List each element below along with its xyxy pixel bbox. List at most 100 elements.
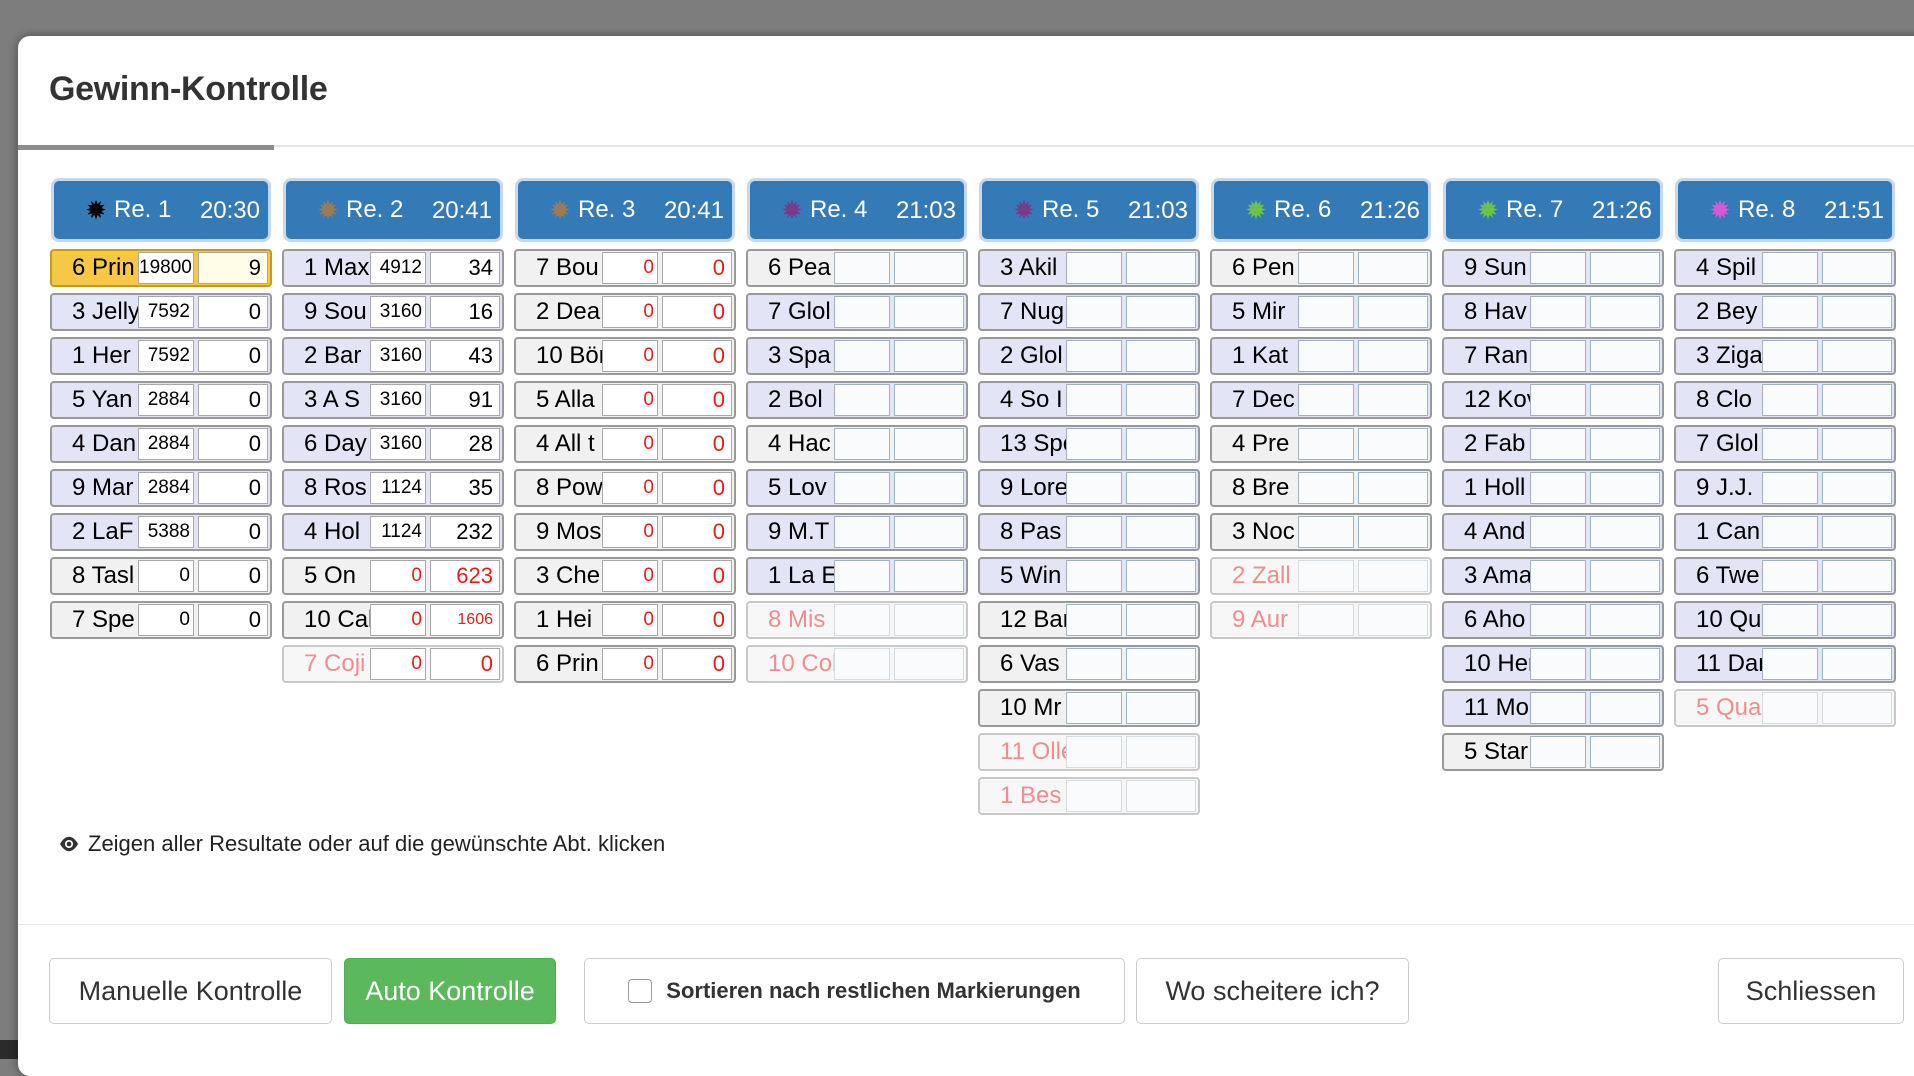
runner-count-field[interactable] — [1822, 560, 1892, 592]
runner-count-field[interactable] — [1590, 604, 1660, 636]
runner-row[interactable]: 10 Mr I — [978, 689, 1200, 727]
runner-count-field[interactable]: 0 — [198, 604, 268, 636]
runner-row[interactable]: 3 Ama — [1442, 557, 1664, 595]
runner-count-field[interactable] — [1822, 384, 1892, 416]
runner-row[interactable]: 3 Jelly 7592 0 — [50, 293, 272, 331]
runner-count-field[interactable]: 28 — [430, 428, 500, 460]
runner-stake-field[interactable] — [1066, 604, 1122, 636]
runner-stake-field[interactable] — [1762, 428, 1818, 460]
runner-stake-field[interactable] — [1530, 428, 1586, 460]
runner-row[interactable]: 10 Qui — [1674, 601, 1896, 639]
runner-row[interactable]: 1 Hei 0 0 — [514, 601, 736, 639]
runner-stake-field[interactable] — [834, 340, 890, 372]
runner-row[interactable]: 6 Aho — [1442, 601, 1664, 639]
runner-stake-field[interactable] — [1762, 384, 1818, 416]
runner-stake-field[interactable] — [1066, 780, 1122, 812]
runner-stake-field[interactable]: 1124 — [370, 472, 426, 504]
runner-count-field[interactable] — [1590, 340, 1660, 372]
runner-count-field[interactable] — [1822, 340, 1892, 372]
runner-count-field[interactable] — [1358, 384, 1428, 416]
runner-count-field[interactable] — [1590, 384, 1660, 416]
runner-stake-field[interactable]: 0 — [370, 648, 426, 680]
runner-row[interactable]: 7 Nug — [978, 293, 1200, 331]
runner-row[interactable]: 8 Pow 0 0 — [514, 469, 736, 507]
runner-stake-field[interactable]: 0 — [602, 604, 658, 636]
runner-count-field[interactable]: 0 — [198, 516, 268, 548]
runner-stake-field[interactable] — [834, 560, 890, 592]
runner-row[interactable]: 11 Dan — [1674, 645, 1896, 683]
race-header[interactable]: ✹ Re. 8 21:51 — [1678, 181, 1892, 239]
runner-row[interactable]: 2 Dea 0 0 — [514, 293, 736, 331]
runner-stake-field[interactable]: 0 — [602, 252, 658, 284]
runner-count-field[interactable] — [1590, 428, 1660, 460]
runner-row[interactable]: 9 Sun — [1442, 249, 1664, 287]
runner-row[interactable]: 9 J.J. — [1674, 469, 1896, 507]
runner-stake-field[interactable] — [1298, 604, 1354, 636]
runner-row[interactable]: 1 Can — [1674, 513, 1896, 551]
runner-count-field[interactable] — [1590, 736, 1660, 768]
runner-row[interactable]: 5 Yan 2884 0 — [50, 381, 272, 419]
runner-row[interactable]: 9 Mos 0 0 — [514, 513, 736, 551]
runner-count-field[interactable] — [894, 604, 964, 636]
runner-count-field[interactable]: 623 — [430, 560, 500, 592]
runner-stake-field[interactable] — [1066, 736, 1122, 768]
runner-row[interactable]: 1 Her 7592 0 — [50, 337, 272, 375]
runner-count-field[interactable]: 0 — [662, 560, 732, 592]
runner-stake-field[interactable] — [1066, 516, 1122, 548]
runner-row[interactable]: 11 Moi — [1442, 689, 1664, 727]
runner-count-field[interactable] — [1822, 252, 1892, 284]
runner-stake-field[interactable]: 0 — [602, 516, 658, 548]
runner-stake-field[interactable] — [1530, 384, 1586, 416]
runner-count-field[interactable] — [1358, 252, 1428, 284]
runner-row[interactable]: 6 Pea — [746, 249, 968, 287]
runner-count-field[interactable] — [1590, 516, 1660, 548]
runner-count-field[interactable]: 16 — [430, 296, 500, 328]
runner-count-field[interactable] — [1126, 560, 1196, 592]
runner-row[interactable]: 5 Lov — [746, 469, 968, 507]
runner-stake-field[interactable]: 0 — [370, 604, 426, 636]
runner-stake-field[interactable]: 2884 — [138, 384, 194, 416]
runner-stake-field[interactable] — [834, 428, 890, 460]
runner-count-field[interactable] — [1590, 472, 1660, 504]
runner-stake-field[interactable] — [1530, 604, 1586, 636]
runner-stake-field[interactable] — [1530, 560, 1586, 592]
runner-count-field[interactable] — [1358, 472, 1428, 504]
runner-stake-field[interactable] — [1530, 736, 1586, 768]
runner-count-field[interactable]: 0 — [662, 648, 732, 680]
runner-count-field[interactable]: 9 — [198, 252, 268, 284]
runner-count-field[interactable] — [1590, 560, 1660, 592]
runner-count-field[interactable] — [1822, 428, 1892, 460]
runner-count-field[interactable] — [1126, 780, 1196, 812]
runner-count-field[interactable] — [1358, 296, 1428, 328]
runner-stake-field[interactable]: 0 — [602, 472, 658, 504]
race-header[interactable]: ✹ Re. 4 21:03 — [750, 181, 964, 239]
runner-count-field[interactable] — [894, 648, 964, 680]
runner-row[interactable]: 8 Ros 1124 35 — [282, 469, 504, 507]
runner-stake-field[interactable] — [1530, 340, 1586, 372]
runner-row[interactable]: 4 So I — [978, 381, 1200, 419]
runner-count-field[interactable] — [1126, 252, 1196, 284]
runner-count-field[interactable] — [894, 340, 964, 372]
runner-stake-field[interactable] — [1762, 692, 1818, 724]
runner-count-field[interactable] — [1358, 604, 1428, 636]
runner-stake-field[interactable]: 3160 — [370, 428, 426, 460]
runner-row[interactable]: 6 Day 3160 28 — [282, 425, 504, 463]
runner-row[interactable]: 8 Bre — [1210, 469, 1432, 507]
runner-stake-field[interactable]: 5388 — [138, 516, 194, 548]
runner-row[interactable]: 5 Qua — [1674, 689, 1896, 727]
runner-row[interactable]: 10 Cab01606 — [282, 601, 504, 639]
runner-count-field[interactable] — [894, 516, 964, 548]
runner-stake-field[interactable] — [834, 472, 890, 504]
runner-count-field[interactable] — [1358, 516, 1428, 548]
sort-by-remaining-toggle[interactable]: Sortieren nach restlichen Markierungen — [584, 958, 1125, 1024]
runner-count-field[interactable]: 0 — [662, 472, 732, 504]
runner-stake-field[interactable]: 0 — [602, 648, 658, 680]
runner-row[interactable]: 5 Win — [978, 557, 1200, 595]
runner-stake-field[interactable] — [1762, 472, 1818, 504]
runner-stake-field[interactable] — [1298, 428, 1354, 460]
runner-stake-field[interactable] — [1762, 296, 1818, 328]
runner-row[interactable]: 3 Spa — [746, 337, 968, 375]
runner-count-field[interactable]: 0 — [198, 384, 268, 416]
runner-row[interactable]: 3 Che 0 0 — [514, 557, 736, 595]
runner-row[interactable]: 8 Pas — [978, 513, 1200, 551]
